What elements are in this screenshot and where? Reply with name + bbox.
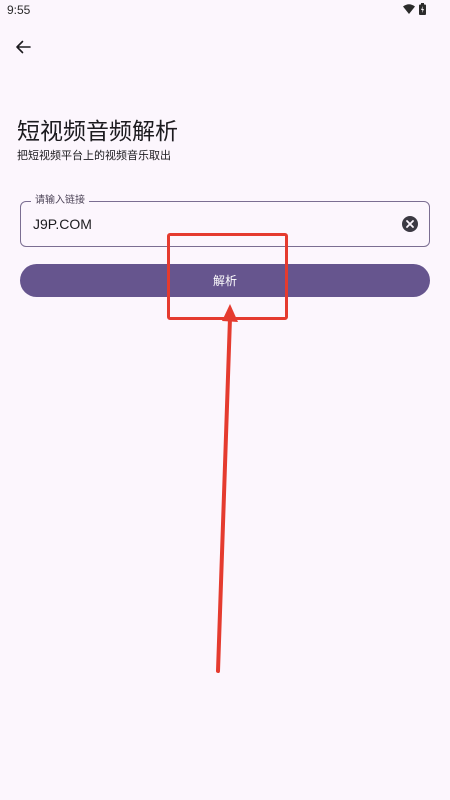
back-button[interactable] — [10, 34, 36, 60]
highlight-box — [167, 233, 288, 320]
wifi-icon — [403, 4, 415, 14]
url-input-value[interactable]: J9P.COM — [33, 215, 92, 233]
page-title: 短视频音频解析 — [17, 119, 178, 145]
page-subtitle: 把短视频平台上的视频音乐取出 — [17, 149, 171, 162]
battery-icon — [419, 3, 426, 15]
status-time: 9:55 — [7, 3, 31, 17]
url-input-label: 请输入链接 — [31, 194, 89, 207]
arrow-left-icon — [16, 40, 31, 54]
status-bar: 9:55 — [0, 0, 450, 22]
clear-circle-icon[interactable] — [401, 215, 419, 233]
